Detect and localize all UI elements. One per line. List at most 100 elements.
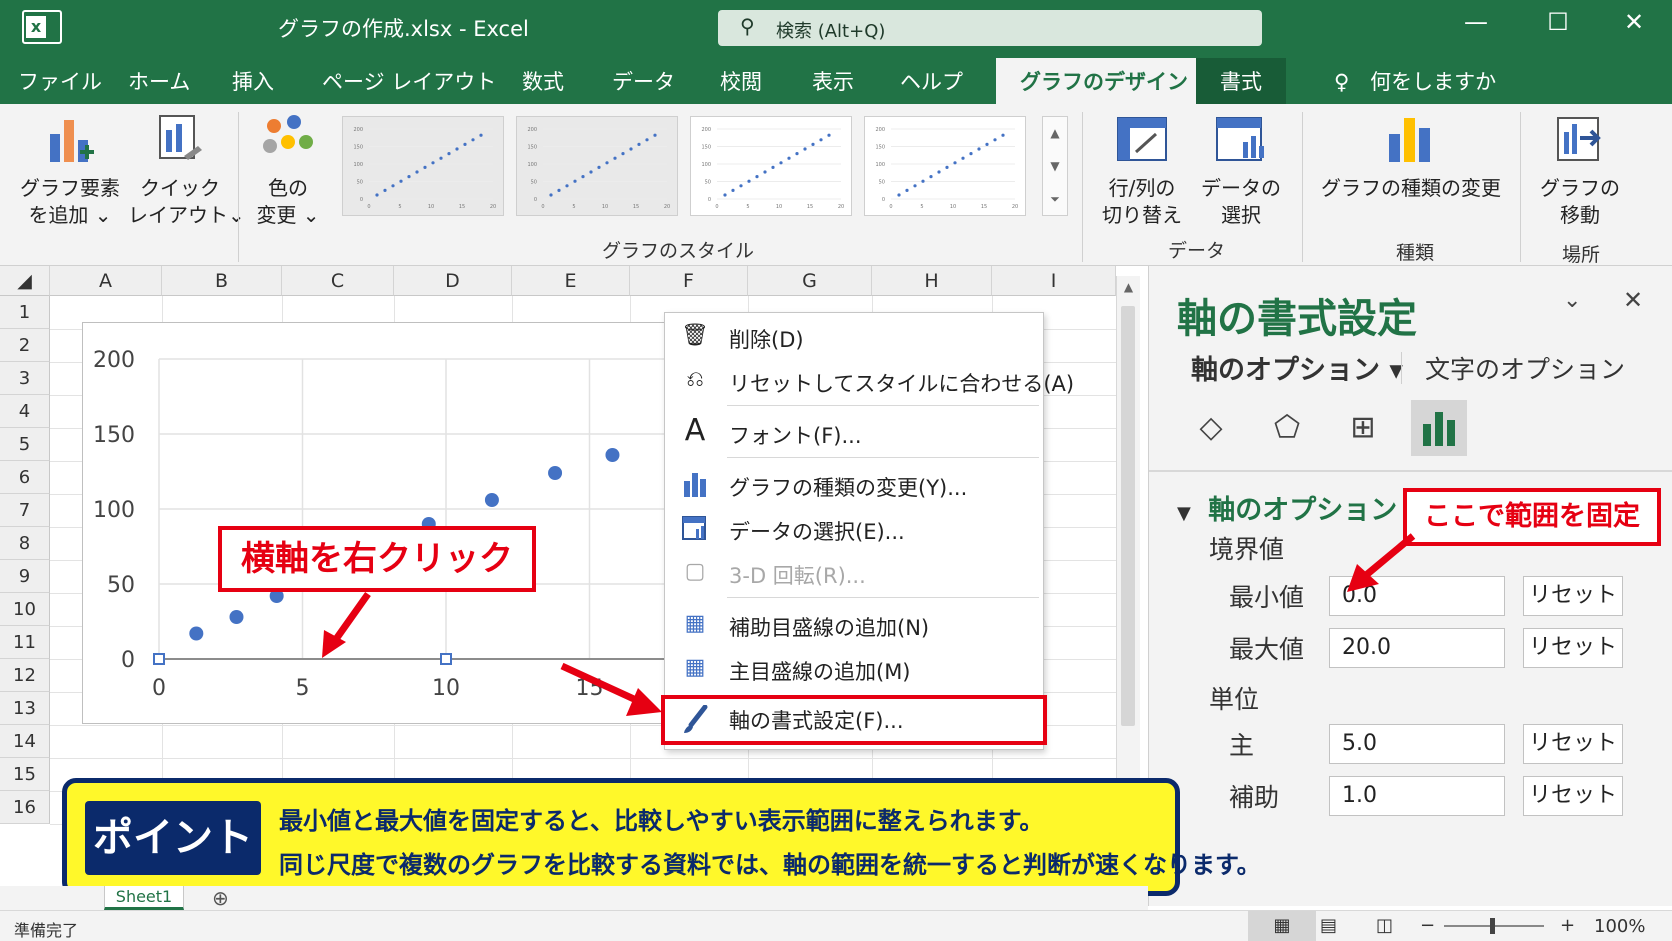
section-header[interactable]: ▼ 軸のオプション — [1177, 488, 1397, 527]
menu-item-delete[interactable]: 🗑 削除(D) — [665, 315, 1043, 359]
min-reset-button[interactable]: リセット — [1523, 576, 1623, 616]
change-colors-button[interactable]: 色の 変更 ⌄ — [250, 112, 326, 229]
menu-item-reset-style[interactable]: ⎌ リセットしてスタイルに合わせる(A) — [665, 359, 1074, 403]
row-header[interactable]: 9 — [0, 560, 50, 593]
quick-layout-button[interactable]: クイック レイアウト⌄ — [128, 112, 245, 229]
effects-icon[interactable]: ⬠ — [1259, 400, 1315, 456]
tab-data[interactable]: データ — [612, 66, 675, 96]
menu-item-add-minor-gridlines[interactable]: ▦ 補助目盛線の追加(N) — [665, 603, 1043, 647]
row-header[interactable]: 6 — [0, 461, 50, 494]
zoom-out-button[interactable]: − — [1420, 915, 1435, 936]
zoom-level[interactable]: 100% — [1594, 916, 1645, 937]
tab-insert[interactable]: 挿入 — [232, 66, 274, 96]
row-header[interactable]: 3 — [0, 362, 50, 395]
tab-axis-options[interactable]: 軸のオプション ▾ — [1191, 348, 1403, 387]
tab-format[interactable]: 書式 — [1196, 58, 1286, 104]
search-box[interactable]: ⚲ 検索 (Alt+Q) — [718, 10, 1262, 46]
data-point[interactable] — [605, 448, 620, 462]
pane-close-icon[interactable]: ✕ — [1623, 286, 1643, 314]
tab-text-options[interactable]: 文字のオプション — [1425, 350, 1625, 386]
tab-file[interactable]: ファイル — [18, 66, 102, 96]
row-header[interactable]: 11 — [0, 626, 50, 659]
tab-help[interactable]: ヘルプ — [900, 66, 963, 96]
column-header[interactable]: F — [630, 266, 748, 296]
minimize-button[interactable]: — — [1456, 8, 1496, 36]
close-button[interactable]: ✕ — [1614, 8, 1654, 36]
menu-item-add-major-gridlines[interactable]: ▦ 主目盛線の追加(M) — [665, 647, 1043, 691]
tab-home[interactable]: ホーム — [128, 66, 190, 96]
gallery-scroll[interactable]: ▲ ▼ ⏷ — [1042, 116, 1068, 216]
axis-options-icon[interactable] — [1411, 400, 1467, 456]
menu-item-format-axis[interactable]: 軸の書式設定(F)... — [661, 695, 1047, 745]
column-header[interactable]: C — [282, 266, 394, 296]
zoom-in-button[interactable]: + — [1560, 915, 1575, 936]
column-header[interactable]: D — [394, 266, 512, 296]
sheet-tab[interactable]: Sheet1 — [104, 886, 184, 910]
select-all-corner[interactable]: ◢ — [0, 266, 50, 296]
row-header[interactable]: 2 — [0, 329, 50, 362]
major-unit-input[interactable]: 5.0 — [1329, 724, 1505, 764]
chart-style-thumbnail-4[interactable]: 200 150 100 50 0 0 5 10 15 20 — [864, 116, 1026, 216]
thumb-y-tick: 50 — [357, 180, 363, 186]
normal-view-icon[interactable]: ▦ — [1248, 911, 1316, 941]
gallery-more-icon[interactable]: ⏷ — [1043, 183, 1067, 216]
major-reset-button[interactable]: リセット — [1523, 724, 1623, 764]
row-header[interactable]: 13 — [0, 692, 50, 725]
data-point[interactable] — [548, 466, 563, 480]
tab-review[interactable]: 校閲 — [720, 66, 762, 96]
column-header[interactable]: B — [162, 266, 282, 296]
chart-style-thumbnail-3[interactable]: 200 150 100 50 0 0 5 10 15 20 — [690, 116, 852, 216]
menu-item-select-data[interactable]: データの選択(E)... — [665, 507, 1043, 551]
menu-item-change-chart-type[interactable]: グラフの種類の変更(Y)... — [665, 463, 1043, 507]
scroll-up-icon[interactable]: ▲ — [1117, 276, 1140, 298]
max-reset-button[interactable]: リセット — [1523, 628, 1623, 668]
row-header[interactable]: 16 — [0, 791, 50, 824]
thumb-x-tick: 20 — [838, 204, 844, 210]
gallery-up-icon[interactable]: ▲ — [1043, 117, 1067, 150]
page-layout-view-icon[interactable]: ▤ — [1320, 915, 1337, 936]
maximize-button[interactable]: ☐ — [1538, 8, 1578, 36]
switch-row-column-button[interactable]: 行/列の 切り替え — [1096, 112, 1188, 229]
row-header[interactable]: 12 — [0, 659, 50, 692]
axis-selection-handle[interactable] — [153, 653, 165, 665]
zoom-slider-thumb[interactable] — [1490, 918, 1495, 934]
tell-me[interactable]: ♀ 何をしますか — [1334, 66, 1496, 96]
menu-item-font[interactable]: A フォント(F)... — [665, 411, 1043, 455]
row-header[interactable]: 5 — [0, 428, 50, 461]
scrollbar-thumb[interactable] — [1121, 306, 1135, 726]
row-header[interactable]: 1 — [0, 296, 50, 329]
add-sheet-icon[interactable]: ⊕ — [212, 886, 229, 910]
chart-style-thumbnail-2[interactable]: 200 150 100 50 0 0 5 10 15 20 — [516, 116, 678, 216]
move-chart-button[interactable]: グラフの 移動 — [1534, 112, 1626, 229]
tab-chart-design[interactable]: グラフのデザイン — [996, 58, 1212, 104]
change-chart-type-button[interactable]: グラフの種類の変更 — [1316, 112, 1506, 202]
column-header[interactable]: I — [992, 266, 1116, 296]
select-data-button[interactable]: データの 選択 — [1198, 112, 1284, 229]
data-point[interactable] — [484, 493, 499, 507]
add-chart-element-button[interactable]: グラフ要素 を追加 ⌄ — [18, 112, 122, 229]
size-properties-icon[interactable]: ⊞ — [1335, 400, 1391, 456]
column-header[interactable]: A — [50, 266, 162, 296]
row-header[interactable]: 8 — [0, 527, 50, 560]
data-point[interactable] — [189, 626, 204, 641]
row-header[interactable]: 15 — [0, 758, 50, 791]
minor-unit-input[interactable]: 1.0 — [1329, 776, 1505, 816]
max-bound-input[interactable]: 20.0 — [1329, 628, 1505, 668]
row-header[interactable]: 7 — [0, 494, 50, 527]
column-header[interactable]: G — [748, 266, 872, 296]
pane-collapse-icon[interactable]: ⌄ — [1563, 288, 1581, 313]
minor-reset-button[interactable]: リセット — [1523, 776, 1623, 816]
column-header[interactable]: E — [512, 266, 630, 296]
gallery-down-icon[interactable]: ▼ — [1043, 150, 1067, 183]
page-break-view-icon[interactable]: ◫ — [1376, 915, 1393, 936]
column-header[interactable]: H — [872, 266, 992, 296]
chart-style-thumbnail-1[interactable]: 200 150 100 50 0 0 5 10 15 20 — [342, 116, 504, 216]
row-header[interactable]: 4 — [0, 395, 50, 428]
row-header[interactable]: 10 — [0, 593, 50, 626]
row-header[interactable]: 14 — [0, 725, 50, 758]
tab-view[interactable]: 表示 — [812, 66, 854, 96]
tab-page-layout[interactable]: ページ レイアウト — [322, 66, 496, 96]
fill-line-icon[interactable]: ◇ — [1183, 400, 1239, 456]
tab-formulas[interactable]: 数式 — [522, 66, 564, 96]
data-point[interactable] — [229, 610, 244, 624]
